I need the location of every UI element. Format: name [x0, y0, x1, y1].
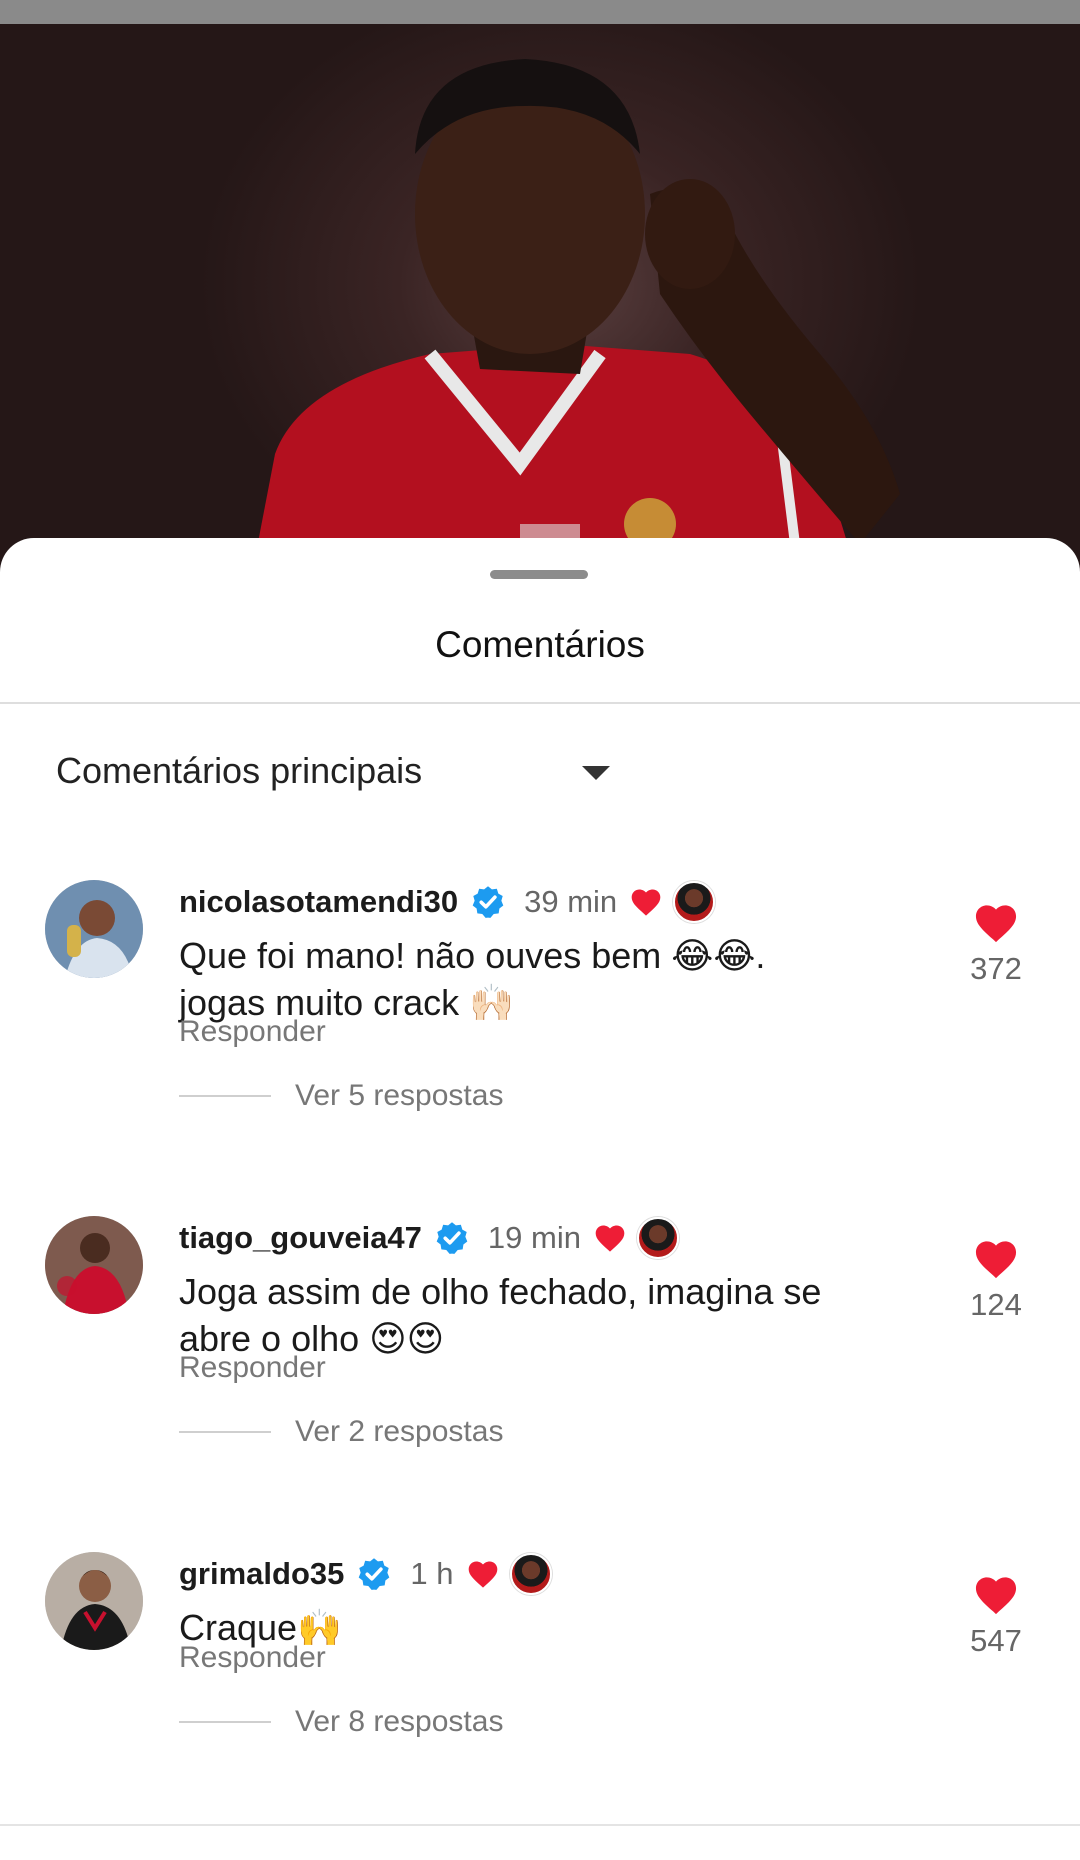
comment-text: Que foi mano! não ouves bem 😂😂. jogas mu… — [179, 935, 766, 1023]
timestamp: 19 min — [487, 1220, 581, 1255]
view-replies-label: Ver 5 respostas — [295, 1079, 504, 1112]
reply-button[interactable]: Responder — [179, 1641, 326, 1675]
view-replies-label: Ver 8 respostas — [295, 1705, 504, 1738]
like-count: 547 — [970, 1623, 1022, 1658]
reply-button[interactable]: Responder — [179, 1015, 326, 1049]
replies-divider — [179, 1721, 271, 1723]
timestamp: 1 h — [410, 1556, 454, 1591]
creator-avatar — [636, 1217, 679, 1259]
comments-sheet: Comentários Comentários principais nicol… — [0, 538, 1080, 1860]
view-replies-button[interactable]: Ver 5 respostas — [179, 1076, 503, 1116]
creator-liked-heart-icon — [468, 1561, 497, 1588]
heart-icon[interactable] — [973, 902, 1019, 944]
verified-badge-icon — [359, 1558, 390, 1590]
view-replies-label: Ver 2 respostas — [295, 1415, 504, 1448]
avatar[interactable] — [45, 880, 143, 978]
view-replies-button[interactable]: Ver 8 respostas — [179, 1702, 503, 1742]
like-control[interactable]: 547 — [950, 1574, 1042, 1659]
status-bar — [0, 0, 1080, 24]
sort-label: Comentários principais — [56, 750, 423, 791]
comments-screen: Comentários Comentários principais nicol… — [0, 0, 1080, 1860]
creator-liked-heart-icon — [631, 889, 661, 916]
comment-header: nicolasotamendi30 39 min — [179, 880, 716, 924]
creator-liked-heart-icon — [595, 1225, 625, 1252]
verified-badge-icon — [436, 1222, 468, 1254]
comment-item: nicolasotamendi30 39 min Que foi mano! n… — [0, 880, 1080, 1180]
comment-item: grimaldo35 1 h Craque🙌 Responder Ver 8 r… — [0, 1552, 1080, 1852]
creator-avatar — [509, 1553, 552, 1595]
username[interactable]: grimaldo35 — [179, 1556, 344, 1592]
username[interactable]: tiago_gouveia47 — [179, 1220, 422, 1256]
avatar[interactable] — [45, 1216, 143, 1314]
replies-divider — [179, 1095, 271, 1097]
verified-badge-icon — [472, 886, 504, 918]
reply-button[interactable]: Responder — [179, 1351, 326, 1385]
player-illustration — [250, 59, 900, 584]
like-control[interactable]: 124 — [950, 1238, 1042, 1323]
timestamp: 39 min — [524, 884, 618, 919]
sort-dropdown[interactable]: Comentários principais — [56, 746, 610, 796]
chevron-down-icon — [582, 766, 610, 780]
post-photo — [0, 24, 1080, 584]
like-count: 124 — [970, 1287, 1022, 1322]
comment-item: tiago_gouveia47 19 min Joga assim de olh… — [0, 1216, 1080, 1516]
heart-icon[interactable] — [973, 1574, 1019, 1616]
emoji-bar-divider — [0, 1824, 1080, 1826]
comment-header: tiago_gouveia47 19 min — [179, 1216, 679, 1260]
sheet-title: Comentários — [435, 624, 645, 665]
avatar[interactable] — [45, 1552, 143, 1650]
heart-icon[interactable] — [973, 1238, 1019, 1280]
like-count: 372 — [970, 951, 1022, 986]
comment-header: grimaldo35 1 h — [179, 1552, 552, 1596]
divider — [0, 702, 1080, 704]
like-control[interactable]: 372 — [950, 902, 1042, 987]
creator-avatar — [673, 881, 716, 923]
view-replies-button[interactable]: Ver 2 respostas — [179, 1412, 503, 1452]
comment-text: Joga assim de olho fechado, imagina se a… — [179, 1271, 822, 1359]
drag-handle[interactable] — [490, 570, 588, 579]
username[interactable]: nicolasotamendi30 — [179, 884, 458, 920]
replies-divider — [179, 1431, 271, 1433]
